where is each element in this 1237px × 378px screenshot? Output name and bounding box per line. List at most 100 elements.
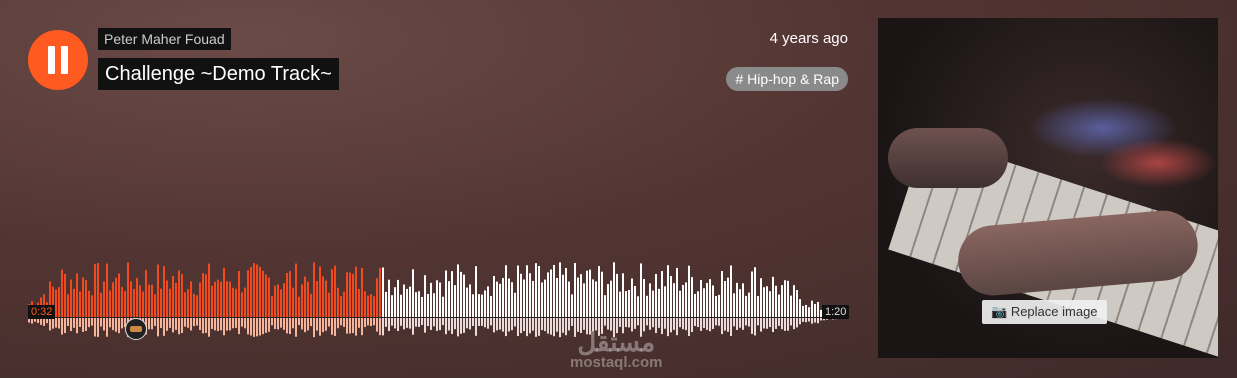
- waveform-bar: [655, 273, 657, 317]
- waveform-reflection: [88, 318, 90, 328]
- waveform-bar: [103, 281, 105, 317]
- waveform-reflection: [313, 318, 315, 338]
- waveform-bar: [607, 284, 609, 317]
- waveform-bar: [427, 293, 429, 317]
- waveform-reflection: [40, 318, 42, 325]
- waveform-bar: [805, 304, 807, 317]
- waveform-bar: [154, 294, 156, 317]
- waveform-bar: [127, 262, 129, 317]
- waveform-bar: [166, 280, 168, 317]
- waveform-reflection: [169, 318, 171, 328]
- pause-icon: [48, 46, 55, 74]
- waveform-reflection: [742, 318, 744, 330]
- waveform-bar: [238, 270, 240, 317]
- waveform-bar: [421, 296, 423, 317]
- waveform-reflection: [691, 318, 693, 332]
- waveform-bar: [226, 281, 228, 317]
- waveform-bar: [802, 305, 804, 317]
- waveform-reflection: [757, 318, 759, 326]
- waveform-reflection: [346, 318, 348, 334]
- waveform-reflection: [460, 318, 462, 334]
- waveform-bar: [766, 286, 768, 317]
- waveform-reflection: [403, 318, 405, 330]
- waveform-reflection: [364, 318, 366, 328]
- waveform-bar: [688, 265, 690, 317]
- waveform-reflection: [70, 318, 72, 332]
- waveform-reflection: [226, 318, 228, 331]
- waveform-reflection: [355, 318, 357, 336]
- waveform-bar: [523, 279, 525, 317]
- waveform-reflection: [175, 318, 177, 330]
- waveform-reflection: [421, 318, 423, 326]
- waveform-reflection: [256, 318, 258, 337]
- waveform-bar: [679, 290, 681, 317]
- waveform-reflection: [730, 318, 732, 337]
- waveform-bar: [295, 263, 297, 317]
- artist-name[interactable]: Peter Maher Fouad: [98, 28, 231, 50]
- waveform[interactable]: [28, 240, 848, 355]
- waveform-bar: [193, 293, 195, 317]
- waveform-reflection: [400, 318, 402, 326]
- waveform-bar: [757, 295, 759, 317]
- waveform-reflection: [685, 318, 687, 331]
- replace-image-button[interactable]: 📷 Replace image: [982, 300, 1107, 324]
- waveform-reflection: [67, 318, 69, 326]
- waveform-bar: [73, 288, 75, 317]
- waveform-bar: [463, 274, 465, 317]
- waveform-bar: [211, 285, 213, 317]
- waveform-reflection: [76, 318, 78, 334]
- waveform-reflection: [262, 318, 264, 335]
- genre-tag[interactable]: # Hip-hop & Rap: [726, 67, 848, 91]
- waveform-reflection: [352, 318, 354, 334]
- waveform-reflection: [196, 318, 198, 326]
- waveform-bar: [379, 267, 381, 317]
- waveform-reflection: [682, 318, 684, 330]
- waveform-reflection: [664, 318, 666, 329]
- waveform-bar: [208, 263, 210, 317]
- waveform-reflection: [718, 318, 720, 326]
- waveform-bar: [445, 270, 447, 317]
- waveform-reflection: [703, 318, 705, 329]
- track-title[interactable]: Challenge ~Demo Track~: [98, 58, 339, 90]
- waveform-reflection: [505, 318, 507, 337]
- comment-avatar[interactable]: [125, 318, 147, 340]
- waveform-reflection: [370, 318, 372, 327]
- waveform-reflection: [154, 318, 156, 326]
- waveform-bar: [289, 271, 291, 317]
- waveform-reflection: [328, 318, 330, 327]
- waveform-reflection: [475, 318, 477, 336]
- waveform-reflection: [163, 318, 165, 336]
- waveform-bar: [277, 284, 279, 317]
- waveform-bar: [214, 281, 216, 317]
- waveform-reflection: [409, 318, 411, 329]
- waveform-reflection: [562, 318, 564, 333]
- waveform-reflection: [496, 318, 498, 331]
- waveform-bar: [478, 294, 480, 317]
- waveform-bar: [499, 283, 501, 317]
- waveform-bar: [286, 272, 288, 317]
- waveform-reflection: [808, 318, 810, 322]
- waveform-bar: [778, 294, 780, 317]
- artwork-hand: [888, 128, 1008, 188]
- waveform-reflection: [115, 318, 117, 332]
- waveform-reflection: [55, 318, 57, 328]
- waveform-reflection: [229, 318, 231, 331]
- waveform-bar: [616, 273, 618, 317]
- waveform-bar: [319, 266, 321, 317]
- waveform-bar: [754, 267, 756, 317]
- waveform-bar: [769, 291, 771, 317]
- waveform-bar: [349, 272, 351, 317]
- waveform-reflection: [673, 318, 675, 330]
- waveform-reflection: [790, 318, 792, 326]
- waveform-bar: [466, 287, 468, 317]
- pause-button[interactable]: [28, 30, 88, 90]
- waveform-reflection: [166, 318, 168, 331]
- waveform-reflection: [358, 318, 360, 328]
- waveform-bar: [67, 294, 69, 317]
- waveform-reflection: [469, 318, 471, 330]
- waveform-bar: [601, 271, 603, 317]
- waveform-bar: [487, 286, 489, 317]
- waveform-reflection: [334, 318, 336, 336]
- waveform-reflection: [754, 318, 756, 336]
- waveform-reflection: [604, 318, 606, 326]
